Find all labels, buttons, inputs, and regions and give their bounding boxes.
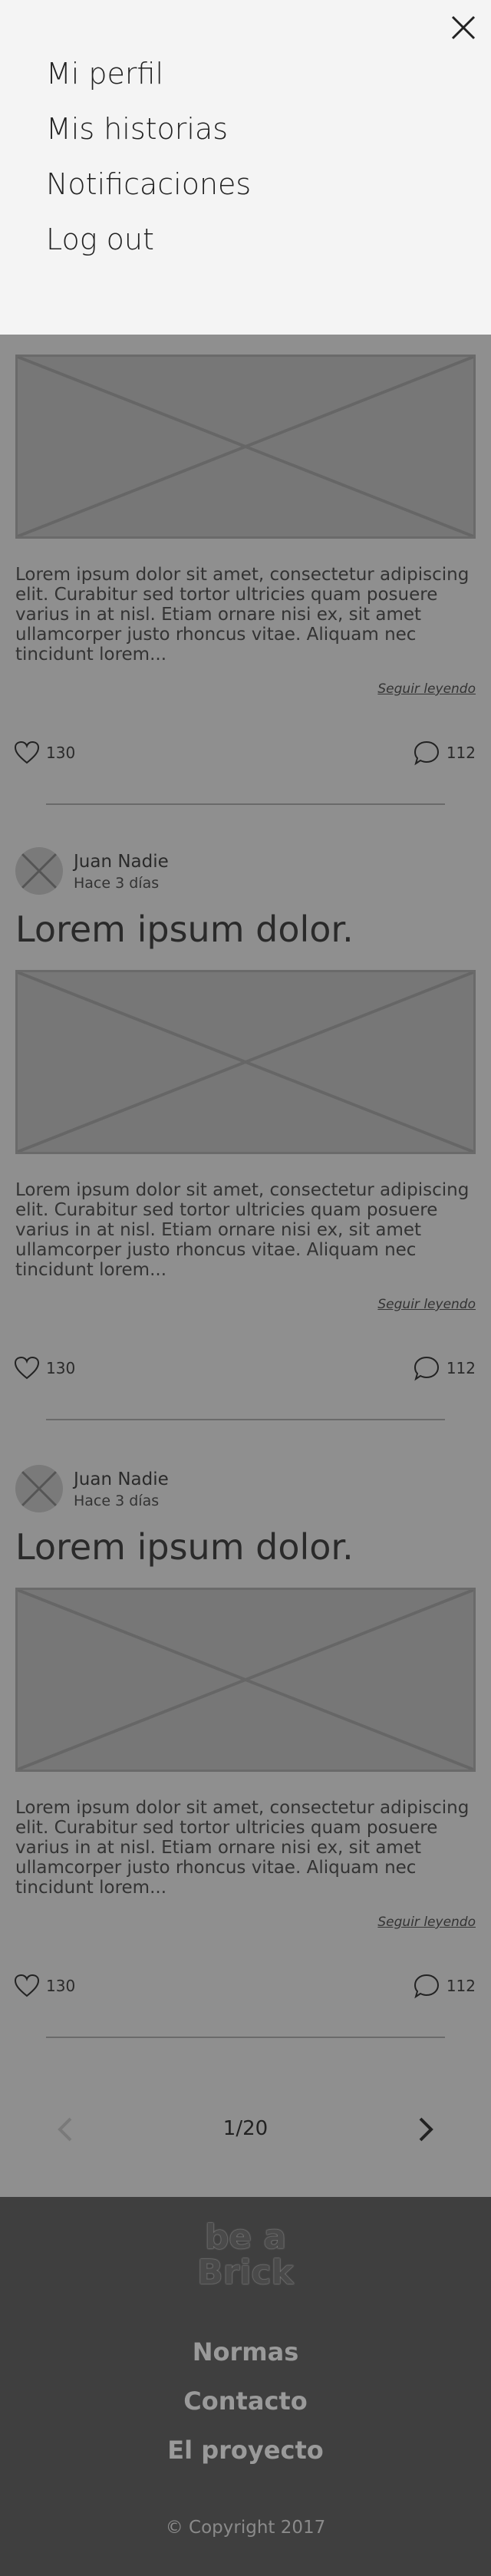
heart-icon [14, 1974, 40, 1997]
heart-icon [14, 740, 40, 764]
footer-link-contacto[interactable]: Contacto [0, 2376, 491, 2426]
story-title[interactable]: Lorem ipsum dolor. [15, 1526, 354, 1568]
speech-bubble-icon [414, 1974, 439, 1999]
comment-button[interactable]: 112 [413, 740, 476, 766]
like-count: 130 [46, 744, 76, 762]
read-more-link[interactable]: Seguir leyendo [377, 1297, 476, 1312]
author-name: Juan Nadie [74, 1469, 169, 1489]
comment-button[interactable]: 112 [413, 1973, 476, 1999]
pagination: 1/20 [0, 2106, 491, 2152]
heart-icon [14, 1356, 40, 1380]
avatar[interactable] [15, 847, 63, 895]
comment-count: 112 [446, 1359, 476, 1377]
close-icon[interactable] [448, 12, 479, 43]
post-time: Hace 3 días [74, 1492, 160, 1509]
story-feed: Lorem ipsum dolor sit amet, consectetur … [0, 335, 491, 2197]
story-title[interactable]: Lorem ipsum dolor. [15, 909, 354, 950]
menu-list: Mi perfil Mis historias Notificaciones L… [46, 54, 251, 275]
chevron-right-icon[interactable] [414, 2114, 437, 2145]
speech-bubble-icon [414, 1356, 439, 1381]
comment-count: 112 [446, 1977, 476, 1995]
footer-link-normas[interactable]: Normas [0, 2327, 491, 2376]
footer-link-el-proyecto[interactable]: El proyecto [0, 2426, 491, 2475]
story-excerpt: Lorem ipsum dolor sit amet, consectetur … [15, 565, 470, 665]
story-image[interactable] [15, 1588, 476, 1772]
logo-line-1: be a [204, 2218, 287, 2257]
author-name: Juan Nadie [74, 852, 169, 872]
menu-item-log-out[interactable]: Log out [46, 219, 251, 275]
story-excerpt: Lorem ipsum dolor sit amet, consectetur … [15, 1798, 470, 1898]
side-menu: Mi perfil Mis historias Notificaciones L… [0, 0, 491, 335]
like-button[interactable]: 130 [14, 1355, 75, 1381]
like-count: 130 [46, 1977, 76, 1995]
like-button[interactable]: 130 [14, 740, 75, 766]
menu-item-mi-perfil[interactable]: Mi perfil [46, 54, 251, 109]
logo-line-2: Brick [197, 2253, 294, 2292]
footer: be a Brick Normas Contacto El proyecto ©… [0, 2197, 491, 2576]
like-count: 130 [46, 1359, 76, 1377]
story-image[interactable] [15, 355, 476, 539]
copyright: © Copyright 2017 [165, 2518, 326, 2538]
story-divider [46, 803, 445, 805]
story-divider [46, 1419, 445, 1420]
footer-links: Normas Contacto El proyecto [0, 2327, 491, 2475]
comment-count: 112 [446, 744, 476, 762]
avatar[interactable] [15, 1465, 63, 1512]
story-author[interactable]: Juan Nadie Hace 3 días [15, 1462, 476, 1516]
story-image[interactable] [15, 970, 476, 1154]
read-more-link[interactable]: Seguir leyendo [377, 1915, 476, 1930]
like-button[interactable]: 130 [14, 1973, 75, 1999]
menu-item-notificaciones[interactable]: Notificaciones [46, 164, 251, 219]
speech-bubble-icon [414, 740, 439, 766]
story-divider [46, 2037, 445, 2038]
comment-button[interactable]: 112 [413, 1355, 476, 1381]
story-author[interactable]: Juan Nadie Hace 3 días [15, 844, 476, 898]
menu-item-mis-historias[interactable]: Mis historias [46, 109, 251, 164]
post-time: Hace 3 días [74, 875, 160, 892]
read-more-link[interactable]: Seguir leyendo [377, 681, 476, 697]
brand-logo[interactable]: be a Brick [0, 2220, 491, 2291]
story-excerpt: Lorem ipsum dolor sit amet, consectetur … [15, 1180, 470, 1280]
